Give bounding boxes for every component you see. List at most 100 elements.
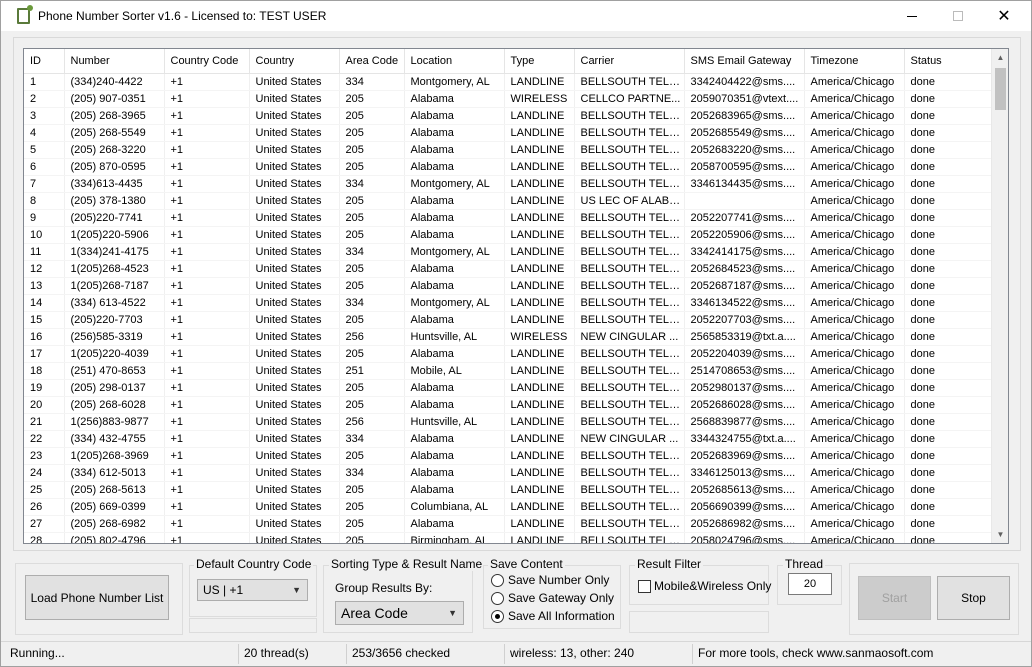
table-row[interactable]: 1 (334)240-4422 +1 United States 334 Montgome… bbox=[24, 73, 992, 91]
table-row[interactable]: 20 (205) 268-6028 +1 United States 205 Alabam… bbox=[24, 396, 992, 414]
table-cell: 205 bbox=[339, 447, 405, 465]
column-header[interactable]: Area Code bbox=[339, 49, 405, 74]
table-cell: 28 bbox=[24, 532, 65, 543]
start-button[interactable]: Start bbox=[858, 576, 931, 620]
table-row[interactable]: 18 (251) 470-8653 +1 United States 251 Mobile… bbox=[24, 362, 992, 380]
table-row[interactable]: 17 1(205)220-4039 +1 United States 205 Alabam… bbox=[24, 345, 992, 363]
table-row[interactable]: 21 1(256)883-9877 +1 United States 256 Huntsv… bbox=[24, 413, 992, 431]
table-cell: 205 bbox=[339, 124, 405, 142]
table-row[interactable]: 11 1(334)241-4175 +1 United States 334 Montgo… bbox=[24, 243, 992, 261]
scroll-down-icon[interactable]: ▼ bbox=[992, 526, 1008, 543]
table-row[interactable]: 26 (205) 669-0399 +1 United States 205 Columb… bbox=[24, 498, 992, 516]
minimize-button[interactable] bbox=[889, 1, 935, 31]
save-number-only-label: Save Number Only bbox=[508, 573, 610, 587]
table-cell: done bbox=[904, 124, 992, 142]
table-cell: +1 bbox=[164, 158, 250, 176]
table-cell: 334 bbox=[339, 294, 405, 312]
column-header[interactable]: Location bbox=[404, 49, 505, 74]
table-cell: United States bbox=[249, 192, 340, 210]
table-cell: 256 bbox=[339, 328, 405, 346]
table-row[interactable]: 7 (334)613-4435 +1 United States 334 Montgome… bbox=[24, 175, 992, 193]
save-all-radio[interactable]: Save All Information bbox=[491, 609, 615, 623]
table-cell: done bbox=[904, 498, 992, 516]
column-header[interactable]: Carrier bbox=[574, 49, 685, 74]
table-row[interactable]: 19 (205) 298-0137 +1 United States 205 Alabam… bbox=[24, 379, 992, 397]
stop-button[interactable]: Stop bbox=[937, 576, 1010, 620]
table-row[interactable]: 22 (334) 432-4755 +1 United States 334 Alabam… bbox=[24, 430, 992, 448]
scroll-thumb[interactable] bbox=[995, 68, 1006, 110]
table-cell: Alabama bbox=[404, 345, 505, 363]
table-cell: done bbox=[904, 277, 992, 295]
table-cell: done bbox=[904, 311, 992, 329]
table-row[interactable]: 23 1(205)268-3969 +1 United States 205 Alabam… bbox=[24, 447, 992, 465]
maximize-button[interactable] bbox=[935, 1, 981, 31]
close-button[interactable]: ✕ bbox=[981, 1, 1027, 31]
column-header[interactable]: ID bbox=[24, 49, 65, 74]
table-cell: United States bbox=[249, 430, 340, 448]
column-header[interactable]: Type bbox=[504, 49, 575, 74]
column-header[interactable]: Country bbox=[249, 49, 340, 74]
table-row[interactable]: 24 (334) 612-5013 +1 United States 334 Alabam… bbox=[24, 464, 992, 482]
table-row[interactable]: 13 1(205)268-7187 +1 United States 205 Alabam… bbox=[24, 277, 992, 295]
table-row[interactable]: 9 (205)220-7741 +1 United States 205 Alabama L… bbox=[24, 209, 992, 227]
table-row[interactable]: 27 (205) 268-6982 +1 United States 205 Alabam… bbox=[24, 515, 992, 533]
table-cell: (334) 612-5013 bbox=[64, 464, 165, 482]
table-row[interactable]: 12 1(205)268-4523 +1 United States 205 Alabam… bbox=[24, 260, 992, 278]
table-cell: Columbiana, AL bbox=[404, 498, 505, 516]
table-cell: +1 bbox=[164, 73, 250, 91]
save-gateway-only-radio[interactable]: Save Gateway Only bbox=[491, 591, 614, 605]
scroll-up-icon[interactable]: ▲ bbox=[992, 49, 1008, 66]
table-cell: 205 bbox=[339, 379, 405, 397]
table-cell: Alabama bbox=[404, 158, 505, 176]
table-row[interactable]: 16 (256)585-3319 +1 United States 256 Huntsvi… bbox=[24, 328, 992, 346]
column-header[interactable]: SMS Email Gateway bbox=[684, 49, 805, 74]
table-cell: 8 bbox=[24, 192, 65, 210]
group-results-select[interactable]: Area Code ▼ bbox=[335, 601, 464, 625]
table-cell: 256 bbox=[339, 413, 405, 431]
table-cell: United States bbox=[249, 90, 340, 108]
table-cell: 3342414175@sms.... bbox=[684, 243, 805, 261]
table-row[interactable]: 2 (205) 907-0351 +1 United States 205 Alabama… bbox=[24, 90, 992, 108]
mobile-wireless-checkbox[interactable]: Mobile&Wireless Only bbox=[638, 579, 771, 593]
table-cell: (251) 470-8653 bbox=[64, 362, 165, 380]
table-row[interactable]: 28 (205) 802-4796 +1 United States 205 Birmin… bbox=[24, 532, 992, 543]
status-promo-link[interactable]: For more tools, check www.sanmaosoft.com bbox=[695, 644, 1025, 664]
table-cell: Montgomery, AL bbox=[404, 175, 505, 193]
table-row[interactable]: 5 (205) 268-3220 +1 United States 205 Alabama… bbox=[24, 141, 992, 159]
column-header[interactable]: Status bbox=[904, 49, 992, 74]
title-bar[interactable]: Phone Number Sorter v1.6 - Licensed to: … bbox=[1, 1, 1031, 31]
table-row[interactable]: 8 (205) 378-1380 +1 United States 205 Alabama… bbox=[24, 192, 992, 210]
table-cell: 2058024796@sms.... bbox=[684, 532, 805, 543]
table-cell: (205) 268-5613 bbox=[64, 481, 165, 499]
table-cell: 16 bbox=[24, 328, 65, 346]
table-cell: done bbox=[904, 294, 992, 312]
results-grid[interactable]: ID Number Country Code Country Area Code Loca… bbox=[23, 48, 1009, 544]
save-number-only-radio[interactable]: Save Number Only bbox=[491, 573, 609, 587]
thread-count-input[interactable]: 20 bbox=[788, 573, 832, 595]
column-header[interactable]: Timezone bbox=[804, 49, 905, 74]
table-cell: 2059070351@vtext.... bbox=[684, 90, 805, 108]
table-row[interactable]: 14 (334) 613-4522 +1 United States 334 Montgo… bbox=[24, 294, 992, 312]
vertical-scrollbar[interactable]: ▲ ▼ bbox=[991, 49, 1008, 543]
table-body: 1 (334)240-4422 +1 United States 334 Montgome… bbox=[24, 73, 992, 543]
table-cell: 205 bbox=[339, 481, 405, 499]
table-row[interactable]: 4 (205) 268-5549 +1 United States 205 Alabama… bbox=[24, 124, 992, 142]
app-phone-icon bbox=[17, 5, 33, 24]
table-row[interactable]: 3 (205) 268-3965 +1 United States 205 Alabama… bbox=[24, 107, 992, 125]
column-header[interactable]: Number bbox=[64, 49, 165, 74]
load-phone-list-button[interactable]: Load Phone Number List bbox=[25, 575, 169, 620]
table-row[interactable]: 10 1(205)220-5906 +1 United States 205 Alabam… bbox=[24, 226, 992, 244]
table-cell: +1 bbox=[164, 294, 250, 312]
column-header[interactable]: Country Code bbox=[164, 49, 250, 74]
table-row[interactable]: 15 (205)220-7703 +1 United States 205 Alabama… bbox=[24, 311, 992, 329]
table-cell: 11 bbox=[24, 243, 65, 261]
table-cell: 334 bbox=[339, 73, 405, 91]
table-cell: +1 bbox=[164, 209, 250, 227]
country-code-select[interactable]: US | +1 ▼ bbox=[197, 579, 308, 601]
table-cell: BELLSOUTH TELE... bbox=[574, 141, 685, 159]
table-cell: done bbox=[904, 260, 992, 278]
table-cell: America/Chicago bbox=[804, 243, 905, 261]
table-row[interactable]: 6 (205) 870-0595 +1 United States 205 Alabama… bbox=[24, 158, 992, 176]
table-cell: done bbox=[904, 362, 992, 380]
table-row[interactable]: 25 (205) 268-5613 +1 United States 205 Alabam… bbox=[24, 481, 992, 499]
